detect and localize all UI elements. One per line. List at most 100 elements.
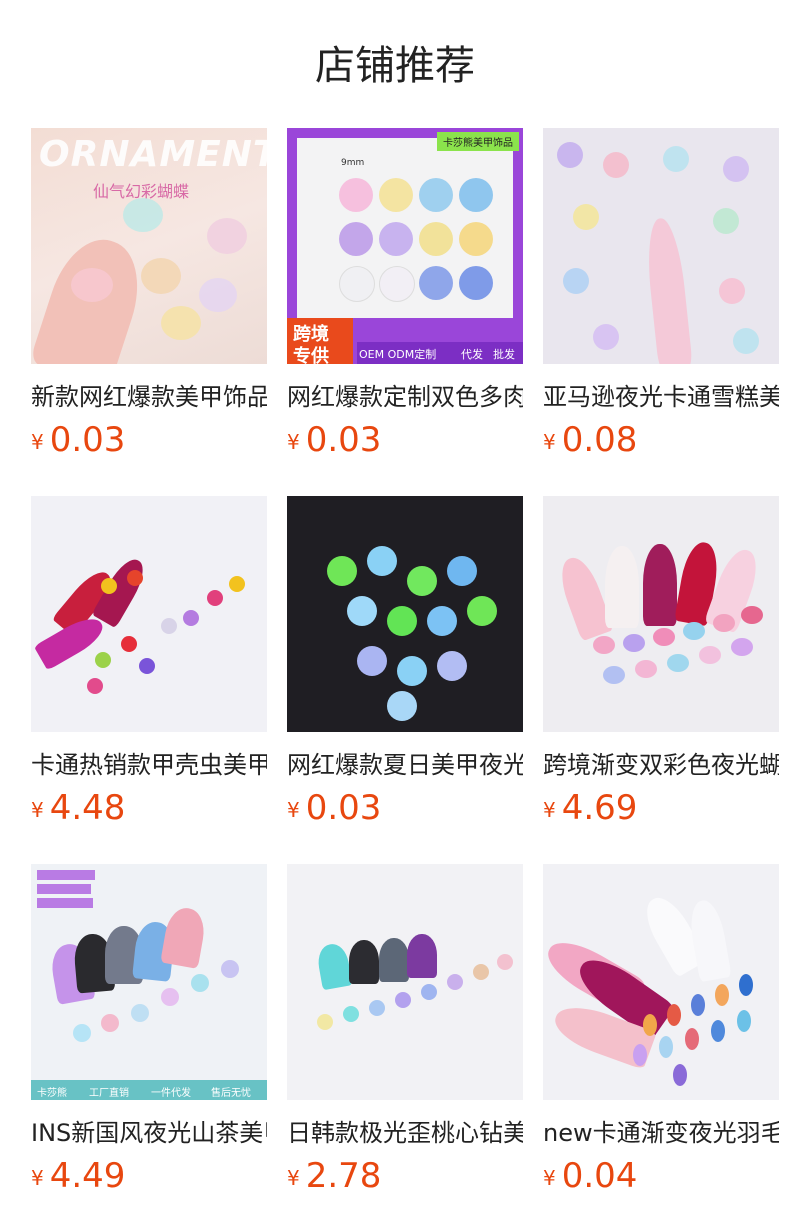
butterfly-charm bbox=[161, 306, 201, 340]
butterfly-charm bbox=[667, 654, 689, 672]
feather-charm bbox=[667, 1004, 681, 1026]
product-card[interactable]: 跨境渐变双彩色夜光蝴蝶 ¥4.69 bbox=[543, 496, 779, 828]
product-card[interactable]: ORNAMENTS 仙气幻彩蝴蝶 新款网红爆款美甲饰品 ¥0.03 bbox=[31, 128, 267, 460]
cartoon-charm bbox=[573, 204, 599, 230]
feather-charm bbox=[643, 1014, 657, 1036]
product-price: ¥0.04 bbox=[543, 1156, 638, 1196]
glow-rose bbox=[397, 656, 427, 686]
brand-tag: 卡莎熊美甲饰品 bbox=[437, 132, 519, 151]
service-text: 卡莎熊 bbox=[37, 1088, 67, 1099]
cartoon-charm bbox=[719, 278, 745, 304]
flower-charm bbox=[419, 178, 453, 212]
nail-shape bbox=[379, 938, 409, 982]
butterfly-charm bbox=[207, 218, 247, 254]
glow-rose bbox=[407, 566, 437, 596]
product-name[interactable]: 卡通热销款甲壳虫美甲 bbox=[31, 748, 267, 782]
product-image[interactable]: 卡莎熊美甲饰品 9mm 跨境 专供 OEM ODM定制 代发 批发 bbox=[287, 128, 523, 364]
feather-charm bbox=[673, 1064, 687, 1086]
heart-charm bbox=[369, 1000, 385, 1016]
glow-rose bbox=[327, 556, 357, 586]
flower-charm bbox=[419, 222, 453, 256]
flower-charm bbox=[419, 266, 453, 300]
nail-shape bbox=[349, 940, 379, 984]
product-price: ¥4.69 bbox=[543, 788, 638, 828]
product-name[interactable]: 日韩款极光歪桃心钻美甲 bbox=[287, 1116, 523, 1150]
service-text: 代发 bbox=[461, 348, 483, 361]
butterfly-charm bbox=[593, 636, 615, 654]
glow-rose bbox=[387, 691, 417, 721]
product-image[interactable] bbox=[31, 496, 267, 732]
product-image[interactable] bbox=[287, 496, 523, 732]
butterfly-charm bbox=[683, 622, 705, 640]
butterfly-charm bbox=[713, 614, 735, 632]
product-image[interactable]: ORNAMENTS 仙气幻彩蝴蝶 bbox=[31, 128, 267, 364]
product-name[interactable]: INS新国风夜光山茶美甲 bbox=[31, 1116, 267, 1150]
heart-charm bbox=[317, 1014, 333, 1030]
ladybug-charm bbox=[229, 576, 245, 592]
ladybug-charm bbox=[207, 590, 223, 606]
ladybug-charm bbox=[161, 618, 177, 634]
product-card[interactable]: 卡莎熊美甲饰品 9mm 跨境 专供 OEM ODM定制 代发 批发 网红爆款定制… bbox=[287, 128, 523, 460]
flower-charm bbox=[379, 222, 413, 256]
cartoon-charm bbox=[603, 152, 629, 178]
camellia-charm bbox=[221, 960, 239, 978]
cartoon-charm bbox=[563, 268, 589, 294]
product-name[interactable]: 网红爆款定制双色多肉花 bbox=[287, 380, 523, 414]
butterfly-charm bbox=[141, 258, 181, 294]
product-card[interactable]: 亚马逊夜光卡通雪糕美甲 ¥0.08 bbox=[543, 128, 779, 460]
product-image[interactable] bbox=[543, 128, 779, 364]
feather-charm bbox=[685, 1028, 699, 1050]
ladybug-charm bbox=[95, 652, 111, 668]
flower-charm bbox=[459, 266, 493, 300]
feather-charm bbox=[659, 1036, 673, 1058]
product-price: ¥2.78 bbox=[287, 1156, 382, 1196]
product-name[interactable]: 新款网红爆款美甲饰品 bbox=[31, 380, 267, 414]
product-name[interactable]: new卡通渐变夜光羽毛美甲 bbox=[543, 1116, 779, 1150]
service-text: OEM ODM定制 bbox=[359, 348, 437, 361]
feather-charm bbox=[715, 984, 729, 1006]
flower-charm bbox=[379, 266, 415, 302]
nail-shape bbox=[605, 546, 639, 628]
service-text: 售后无忧 bbox=[211, 1088, 251, 1099]
butterfly-charm bbox=[653, 628, 675, 646]
product-name[interactable]: 亚马逊夜光卡通雪糕美甲 bbox=[543, 380, 779, 414]
service-text: 工厂直销 bbox=[89, 1088, 129, 1099]
product-price: ¥4.48 bbox=[31, 788, 126, 828]
nail-shape bbox=[407, 934, 437, 978]
product-image[interactable]: 卡莎熊 工厂直销 一件代发 售后无忧 bbox=[31, 864, 267, 1100]
heart-charm bbox=[473, 964, 489, 980]
product-image[interactable] bbox=[543, 864, 779, 1100]
flower-charm bbox=[459, 222, 493, 256]
cartoon-charm bbox=[713, 208, 739, 234]
product-image[interactable] bbox=[543, 496, 779, 732]
ladybug-charm bbox=[139, 658, 155, 674]
ladybug-charm bbox=[87, 678, 103, 694]
camellia-charm bbox=[131, 1004, 149, 1022]
product-card[interactable]: 卡莎熊 工厂直销 一件代发 售后无忧 INS新国风夜光山茶美甲 ¥4.49 bbox=[31, 864, 267, 1196]
product-card[interactable]: 卡通热销款甲壳虫美甲 ¥4.48 bbox=[31, 496, 267, 828]
cartoon-charm bbox=[593, 324, 619, 350]
feather-charm bbox=[711, 1020, 725, 1042]
product-card[interactable]: 日韩款极光歪桃心钻美甲 ¥2.78 bbox=[287, 864, 523, 1196]
butterfly-charm bbox=[635, 660, 657, 678]
butterfly-charm bbox=[623, 634, 645, 652]
cartoon-charm bbox=[733, 328, 759, 354]
butterfly-charm bbox=[603, 666, 625, 684]
flower-charm bbox=[339, 222, 373, 256]
ladybug-charm bbox=[183, 610, 199, 626]
flower-charm bbox=[379, 178, 413, 212]
product-card[interactable]: new卡通渐变夜光羽毛美甲 ¥0.04 bbox=[543, 864, 779, 1196]
heart-charm bbox=[497, 954, 513, 970]
glow-rose bbox=[347, 596, 377, 626]
butterfly-charm bbox=[741, 606, 763, 624]
product-name[interactable]: 网红爆款夏日美甲夜光花 bbox=[287, 748, 523, 782]
butterfly-charm bbox=[123, 198, 163, 232]
product-name[interactable]: 跨境渐变双彩色夜光蝴蝶 bbox=[543, 748, 779, 782]
feather-charm bbox=[737, 1010, 751, 1032]
nail-shape bbox=[160, 905, 208, 969]
product-card[interactable]: 网红爆款夏日美甲夜光花 ¥0.03 bbox=[287, 496, 523, 828]
service-text: 批发 bbox=[493, 348, 515, 361]
cartoon-charm bbox=[723, 156, 749, 182]
product-image[interactable] bbox=[287, 864, 523, 1100]
size-label: 9mm bbox=[341, 158, 365, 168]
